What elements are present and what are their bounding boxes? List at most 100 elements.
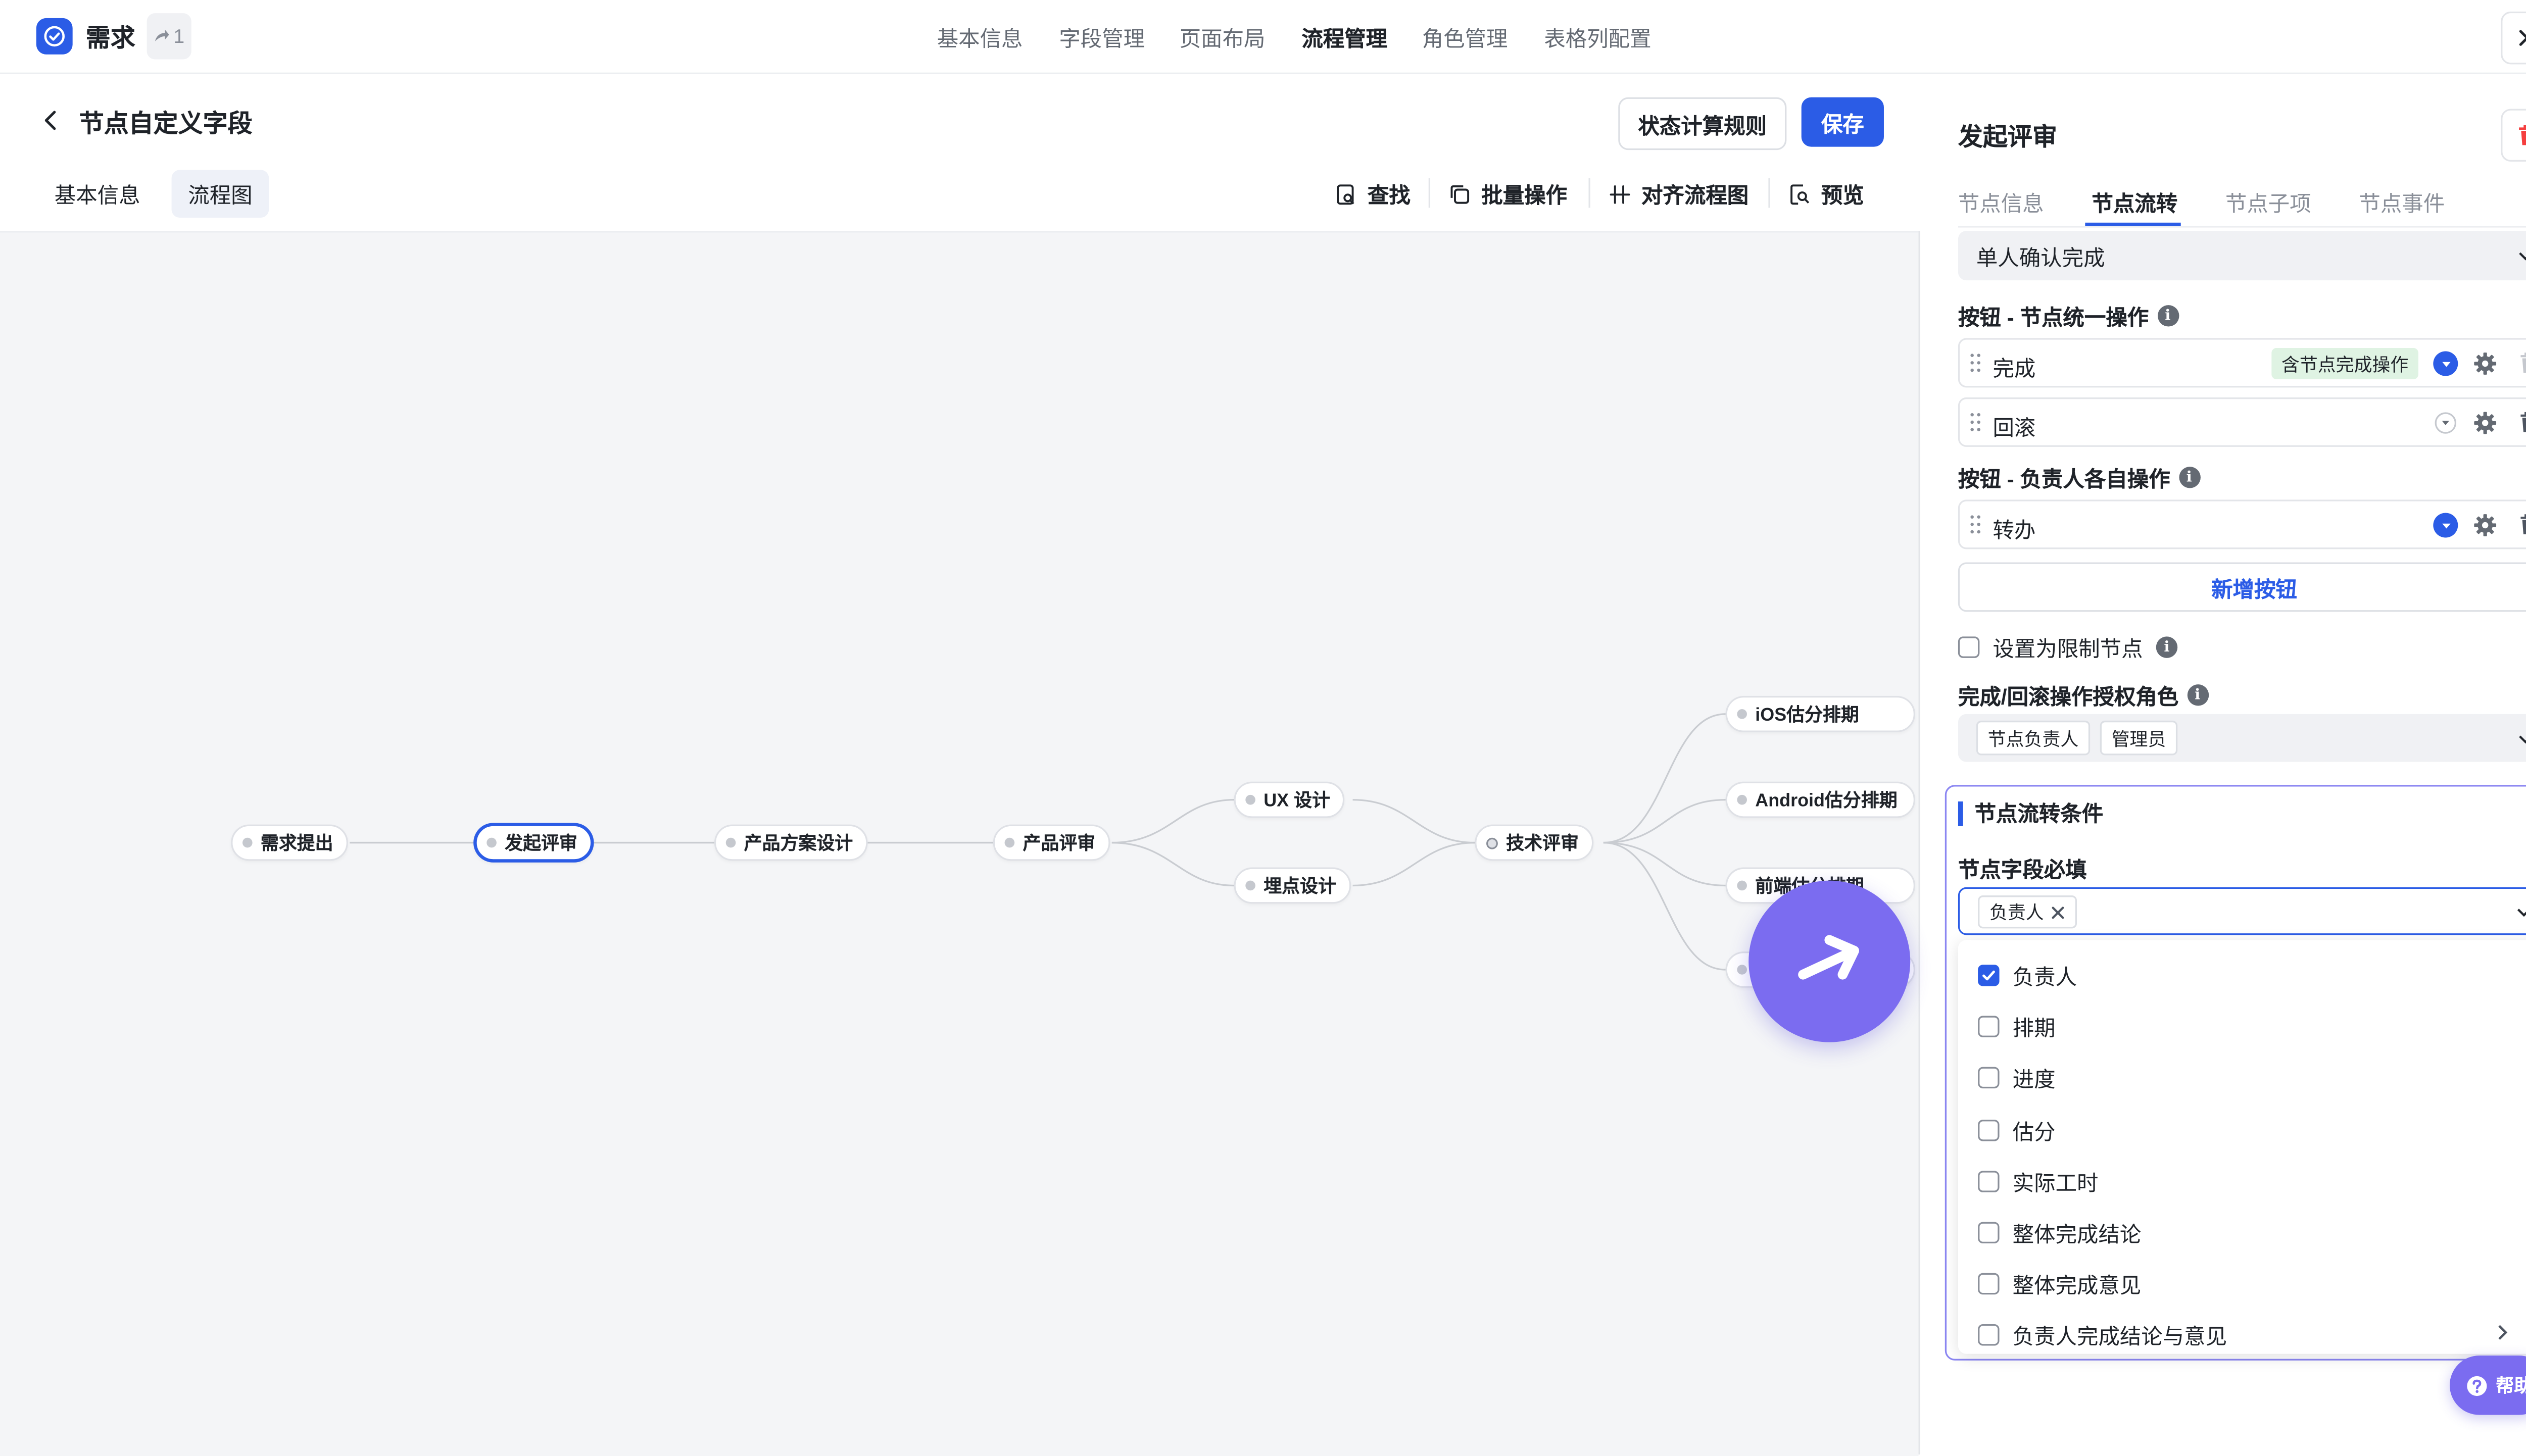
- flow-node[interactable]: 需求提出: [231, 824, 348, 861]
- required-fields-select[interactable]: 负责人: [1958, 887, 2526, 935]
- drag-handle-icon[interactable]: [1970, 515, 1981, 534]
- role-tag: 节点负责人: [1976, 720, 2091, 756]
- button-row-transfer[interactable]: 转办: [1958, 499, 2526, 549]
- help-label: 帮助: [2496, 1377, 2526, 1397]
- add-button-button[interactable]: 新增按钮: [1958, 562, 2526, 612]
- option-checkbox-checked[interactable]: [1978, 965, 2000, 986]
- flow-canvas[interactable]: 需求提出 发起评审 产品方案设计 产品评审 UX 设计 埋点设计 技术评审 iO…: [0, 231, 1919, 1456]
- trash-icon[interactable]: [2519, 513, 2526, 536]
- restrict-node-label: 设置为限制节点: [1993, 636, 2143, 662]
- option-checkbox[interactable]: [1978, 1273, 2000, 1295]
- complete-mode-select[interactable]: 单人确认完成: [1958, 231, 2526, 281]
- tabs-baseline: [1958, 226, 2526, 228]
- tab-node-events[interactable]: 节点事件: [2359, 186, 2445, 218]
- expand-down-icon[interactable]: [2433, 513, 2458, 538]
- flow-node[interactable]: 埋点设计: [1234, 867, 1351, 904]
- info-icon[interactable]: i: [2156, 636, 2178, 658]
- close-button[interactable]: [2501, 11, 2526, 65]
- option-item[interactable]: 估分: [1978, 1115, 2056, 1146]
- remove-tag-icon[interactable]: [2051, 905, 2065, 919]
- share-badge[interactable]: 1: [147, 13, 191, 60]
- option-checkbox[interactable]: [1978, 1067, 2000, 1089]
- gear-icon[interactable]: [2473, 352, 2498, 376]
- auth-roles-select[interactable]: 节点负责人 管理员: [1958, 714, 2526, 762]
- delete-node-button[interactable]: [2501, 109, 2526, 162]
- option-item[interactable]: 负责人: [1978, 960, 2077, 991]
- option-item[interactable]: 整体完成结论: [1978, 1217, 2141, 1248]
- tab-node-subitems[interactable]: 节点子项: [2225, 186, 2311, 218]
- find-tool[interactable]: 查找: [1335, 178, 1411, 210]
- node-label: Android估分排期: [1755, 791, 1898, 812]
- batch-tool[interactable]: 批量操作: [1448, 178, 1567, 210]
- option-item[interactable]: 负责人完成结论与意见: [1978, 1319, 2227, 1350]
- flow-node-selected[interactable]: 发起评审: [473, 823, 594, 863]
- gear-icon[interactable]: [2473, 513, 2498, 538]
- button-row-rollback[interactable]: 回滚: [1958, 397, 2526, 447]
- option-checkbox[interactable]: [1978, 1016, 2000, 1037]
- button-row-complete[interactable]: 完成 含节点完成操作: [1958, 338, 2526, 388]
- nav-basic-info[interactable]: 基本信息: [937, 21, 1023, 53]
- node-status-dot: [1245, 880, 1255, 891]
- node-label: 需求提出: [260, 834, 333, 855]
- tab-node-info[interactable]: 节点信息: [1958, 186, 2044, 218]
- tab-node-flow[interactable]: 节点流转: [2092, 186, 2177, 218]
- flow-node[interactable]: Android估分排期: [1725, 781, 1916, 818]
- floating-arrow-button[interactable]: [1748, 880, 1911, 1042]
- flow-node[interactable]: UX 设计: [1234, 781, 1345, 818]
- save-button[interactable]: 保存: [1801, 97, 1884, 147]
- nav-role-management[interactable]: 角色管理: [1422, 21, 1508, 53]
- flow-node[interactable]: 产品方案设计: [714, 824, 868, 861]
- flow-node[interactable]: 技术评审: [1475, 824, 1594, 861]
- expand-down-icon[interactable]: [2433, 351, 2458, 376]
- option-checkbox[interactable]: [1978, 1171, 2000, 1192]
- option-checkbox[interactable]: [1978, 1324, 2000, 1346]
- drag-handle-icon[interactable]: [1970, 353, 1981, 373]
- option-checkbox[interactable]: [1978, 1120, 2000, 1141]
- option-checkbox[interactable]: [1978, 1222, 2000, 1244]
- button-label: 转办: [1993, 518, 2036, 543]
- preview-tool[interactable]: 预览: [1788, 178, 1864, 210]
- chevron-right-icon[interactable]: [2494, 1323, 2511, 1342]
- node-label: 技术评审: [1506, 834, 1579, 855]
- node-label: 产品方案设计: [744, 834, 853, 855]
- expand-down-icon[interactable]: [2435, 412, 2457, 434]
- button-label: 完成: [1993, 356, 2036, 381]
- info-icon[interactable]: i: [2178, 467, 2200, 488]
- nav-field-management[interactable]: 字段管理: [1059, 21, 1145, 53]
- field-options-dropdown: 负责人 排期 进度 估分 实际工时 整体完成结论 整体完成意见 负责人完成结论与…: [1958, 940, 2526, 1354]
- node-status-dot: [1004, 837, 1015, 848]
- option-item[interactable]: 进度: [1978, 1062, 2056, 1093]
- nav-page-layout[interactable]: 页面布局: [1180, 21, 1266, 53]
- info-icon[interactable]: i: [2157, 305, 2179, 327]
- individual-buttons-label: 按钮 - 负责人各自操作 i: [1958, 462, 2200, 493]
- nav-table-column-config[interactable]: 表格列配置: [1544, 21, 1651, 53]
- status-rule-button[interactable]: 状态计算规则: [1618, 97, 1787, 150]
- node-status-dot: [487, 837, 497, 848]
- close-icon: [2519, 30, 2526, 46]
- help-button[interactable]: 帮助: [2449, 1355, 2526, 1415]
- option-item[interactable]: 整体完成意见: [1978, 1268, 2141, 1299]
- gear-icon[interactable]: [2473, 411, 2498, 435]
- flow-node[interactable]: iOS估分排期: [1725, 695, 1916, 732]
- align-tool[interactable]: 对齐流程图: [1609, 178, 1748, 210]
- drag-handle-icon[interactable]: [1970, 412, 1981, 432]
- subtab-basic-info[interactable]: 基本信息: [38, 170, 157, 218]
- find-label: 查找: [1367, 183, 1411, 208]
- selected-field-label: 负责人: [1989, 903, 2044, 924]
- info-icon[interactable]: i: [2187, 684, 2209, 706]
- flow-node[interactable]: 产品评审: [993, 824, 1110, 861]
- selected-field-tag: 负责人: [1978, 895, 2077, 929]
- option-item[interactable]: 排期: [1978, 1011, 2056, 1042]
- back-icon[interactable]: [39, 109, 63, 132]
- option-item[interactable]: 实际工时: [1978, 1166, 2099, 1197]
- restrict-node-checkbox[interactable]: [1958, 636, 1980, 658]
- preview-icon: [1790, 183, 1810, 204]
- chevron-down-icon: [2519, 252, 2526, 261]
- subtab-flowchart[interactable]: 流程图: [171, 170, 269, 218]
- share-icon: [155, 29, 170, 41]
- chevron-down-icon[interactable]: [2516, 903, 2526, 920]
- restrict-node-checkbox-row[interactable]: 设置为限制节点 i: [1958, 632, 2178, 663]
- complete-op-tag: 含节点完成操作: [2271, 347, 2418, 380]
- nav-flow-management[interactable]: 流程管理: [1301, 21, 1387, 53]
- trash-icon[interactable]: [2519, 411, 2526, 434]
